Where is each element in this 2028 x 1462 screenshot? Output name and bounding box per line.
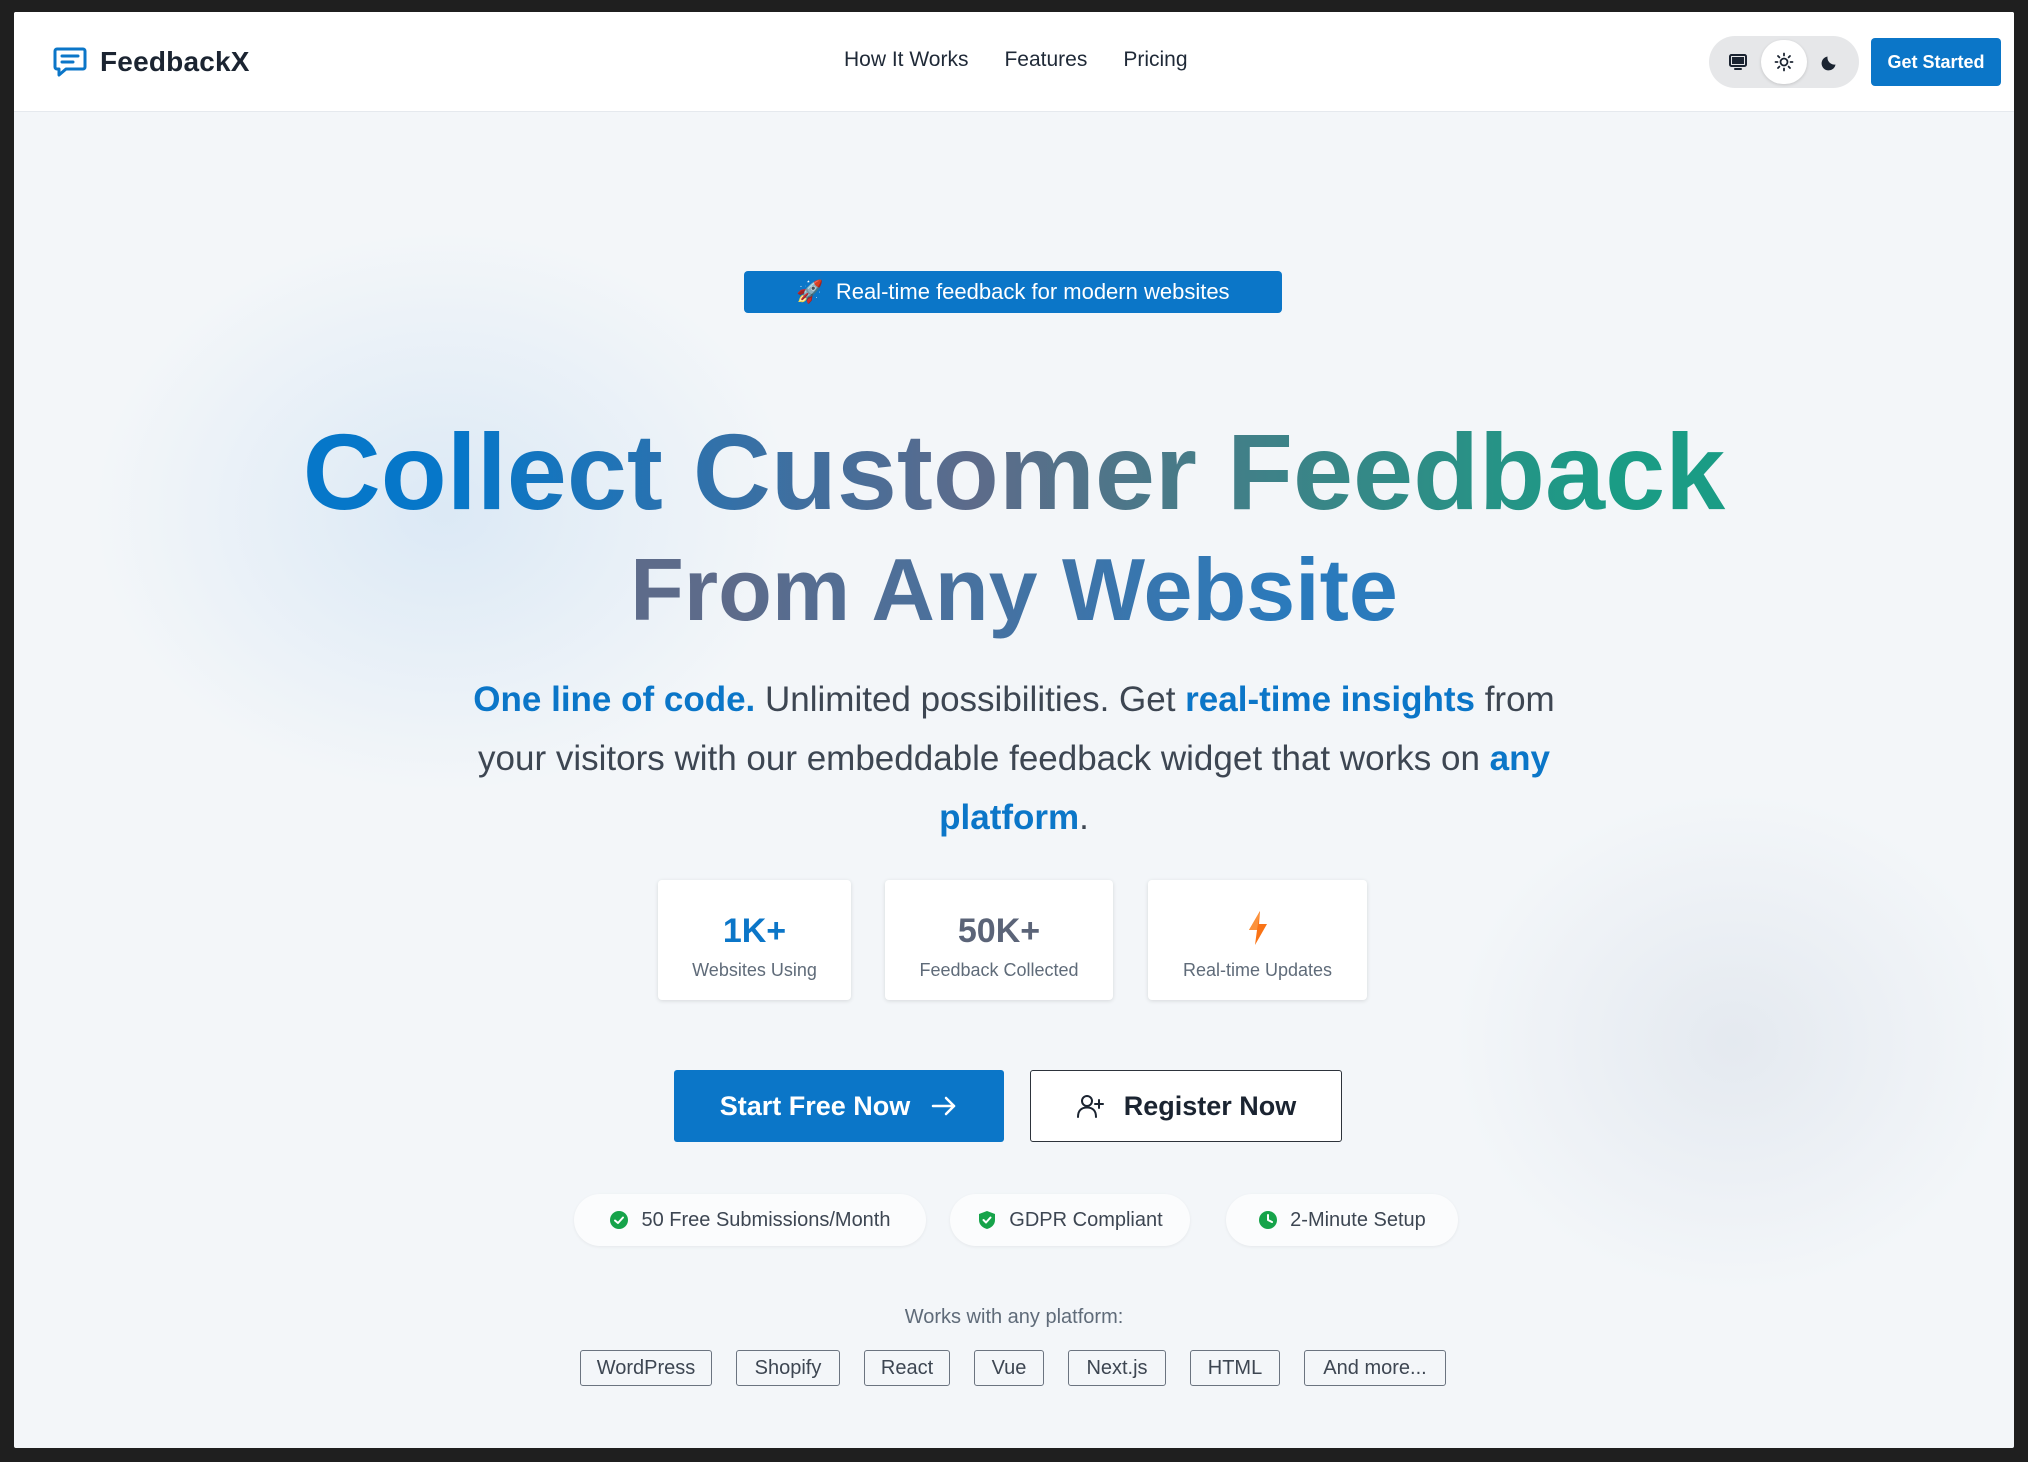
- hero-subheadline: From Any Website: [14, 538, 2014, 642]
- platform-chip-html: HTML: [1190, 1350, 1280, 1386]
- description-text: Unlimited possibilities. Get: [755, 680, 1186, 719]
- monitor-icon: [1729, 54, 1747, 70]
- nav-features[interactable]: Features: [1004, 48, 1087, 72]
- hero-badge-text: Real-time feedback for modern websites: [835, 279, 1230, 304]
- stat-card-websites: 1K+ Websites Using: [658, 880, 851, 1000]
- theme-system-button[interactable]: [1715, 40, 1761, 84]
- platform-chip-react: React: [864, 1350, 950, 1386]
- theme-toggle: [1709, 36, 1859, 88]
- start-free-label: Start Free Now: [719, 1090, 911, 1121]
- shield-check-icon: [979, 1211, 996, 1229]
- hero-headline: Collect Customer Feedback: [14, 412, 2014, 532]
- theme-dark-button[interactable]: [1807, 40, 1853, 84]
- platform-chip-wordpress: WordPress: [580, 1350, 712, 1386]
- feature-label: 2-Minute Setup: [1290, 1208, 1426, 1231]
- nav-pricing[interactable]: Pricing: [1123, 48, 1187, 72]
- arrow-right-icon: [932, 1096, 956, 1116]
- stat-label: Feedback Collected: [919, 960, 1079, 980]
- platform-chip-nextjs: Next.js: [1068, 1350, 1166, 1386]
- get-started-button[interactable]: Get Started: [1871, 38, 2001, 86]
- sun-icon: [1774, 52, 1794, 72]
- theme-light-button[interactable]: [1761, 40, 1807, 84]
- feature-badge-gdpr: GDPR Compliant: [950, 1194, 1190, 1246]
- nav-how-it-works[interactable]: How It Works: [844, 48, 968, 72]
- register-button[interactable]: Register Now: [1030, 1070, 1342, 1142]
- description-text: .: [1079, 798, 1089, 837]
- hero-description: One line of code. Unlimited possibilitie…: [464, 670, 1564, 847]
- stat-label: Websites Using: [692, 960, 817, 980]
- user-plus-icon: [1076, 1095, 1104, 1118]
- chat-bubble-icon: [53, 47, 87, 77]
- site-header: FeedbackX How It Works Features Pricing: [14, 12, 2014, 112]
- lightning-bolt-icon: [1248, 911, 1267, 945]
- register-label: Register Now: [1123, 1090, 1297, 1121]
- platform-chip-shopify: Shopify: [736, 1350, 840, 1386]
- platform-chip-more: And more...: [1304, 1350, 1446, 1386]
- start-free-button[interactable]: Start Free Now: [674, 1070, 1004, 1142]
- stat-value: 50K+: [957, 912, 1041, 950]
- feature-badge-setup: 2-Minute Setup: [1226, 1194, 1458, 1246]
- feature-label: 50 Free Submissions/Month: [641, 1208, 891, 1231]
- feature-label: GDPR Compliant: [1009, 1208, 1163, 1231]
- stat-card-realtime: Real-time Updates: [1148, 880, 1367, 1000]
- stat-label: Real-time Updates: [1182, 960, 1333, 980]
- stat-value: 1K+: [722, 912, 787, 950]
- rocket-icon: 🚀: [796, 279, 824, 304]
- stat-card-feedback: 50K+ Feedback Collected: [885, 880, 1113, 1000]
- brand-logo[interactable]: FeedbackX: [52, 46, 250, 78]
- platforms-caption: Works with any platform:: [904, 1306, 1124, 1328]
- highlight-one-line: One line of code.: [473, 680, 756, 719]
- feature-badge-free: 50 Free Submissions/Month: [574, 1194, 926, 1246]
- check-circle-icon: [610, 1211, 629, 1229]
- platform-chip-vue: Vue: [974, 1350, 1044, 1386]
- clock-icon: [1259, 1211, 1278, 1229]
- main-nav: How It Works Features Pricing: [844, 48, 1188, 72]
- hero-badge: 🚀 Real-time feedback for modern websites: [744, 271, 1282, 313]
- moon-icon: [1821, 56, 1836, 71]
- brand-name: FeedbackX: [100, 46, 250, 77]
- browser-viewport: FeedbackX How It Works Features Pricing: [14, 12, 2014, 1448]
- highlight-realtime: real-time insights: [1185, 680, 1475, 719]
- stats-row: 1K+ Websites Using 50K+ Feedback Collect…: [14, 880, 2014, 1000]
